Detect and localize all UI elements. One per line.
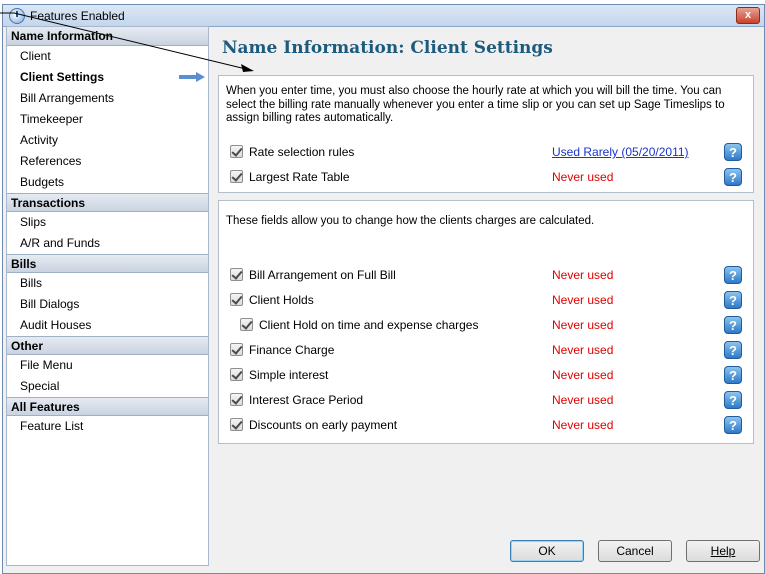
help-icon[interactable]: ? [724, 316, 742, 334]
feature-row: Bill Arrangement on Full Bill Never used… [219, 264, 753, 286]
feature-row: Client Holds Never used ? [219, 289, 753, 311]
feature-label: Discounts on early payment [249, 418, 398, 432]
sidebar-item-label: Client Settings [20, 70, 105, 84]
sidebar-item-audit-houses[interactable]: Audit Houses [7, 315, 208, 336]
usage-status: Never used [552, 318, 614, 332]
title-bar: Features Enabled x [3, 5, 764, 27]
feature-label: Finance Charge [249, 343, 335, 357]
feature-row: Simple interest Never used ? [219, 364, 753, 386]
help-icon[interactable]: ? [724, 143, 742, 161]
feature-label: Rate selection rules [249, 145, 355, 159]
close-button[interactable]: x [736, 7, 760, 24]
sidebar-item-file-menu[interactable]: File Menu [7, 355, 208, 376]
simple-interest-checkbox[interactable] [230, 368, 243, 381]
rate-selection-rules-checkbox[interactable] [230, 145, 243, 158]
sidebar-item-bill-dialogs[interactable]: Bill Dialogs [7, 294, 208, 315]
usage-status: Never used [552, 343, 614, 357]
feature-row: Rate selection rules Used Rarely (05/20/… [219, 141, 753, 163]
usage-status: Never used [552, 170, 614, 184]
group-header-all-features[interactable]: All Features [7, 397, 208, 416]
panel-intro-text: These fields allow you to change how the… [226, 215, 595, 227]
sidebar-item-client-settings[interactable]: Client Settings [7, 67, 208, 88]
window-title: Features Enabled [30, 9, 125, 23]
usage-status: Never used [552, 393, 614, 407]
sidebar-item-feature-list[interactable]: Feature List [7, 416, 208, 437]
help-icon[interactable]: ? [724, 168, 742, 186]
help-button-label: Help [710, 544, 736, 558]
feature-row: Interest Grace Period Never used ? [219, 389, 753, 411]
feature-row: Finance Charge Never used ? [219, 339, 753, 361]
feature-label: Interest Grace Period [249, 393, 364, 407]
group-header-other[interactable]: Other [7, 336, 208, 355]
usage-status-link[interactable]: Used Rarely (05/20/2011) [552, 145, 689, 159]
early-payment-discount-checkbox[interactable] [230, 418, 243, 431]
feature-label: Largest Rate Table [249, 170, 350, 184]
bill-arrangement-checkbox[interactable] [230, 268, 243, 281]
feature-label: Client Holds [249, 293, 314, 307]
cancel-button[interactable]: Cancel [598, 540, 672, 562]
help-icon[interactable]: ? [724, 291, 742, 309]
largest-rate-table-checkbox[interactable] [230, 170, 243, 183]
usage-status: Never used [552, 368, 614, 382]
clock-icon [9, 8, 25, 24]
sidebar-item-bills[interactable]: Bills [7, 273, 208, 294]
finance-charge-checkbox[interactable] [230, 343, 243, 356]
sidebar-item-budgets[interactable]: Budgets [7, 172, 208, 193]
group-header-bills[interactable]: Bills [7, 254, 208, 273]
charges-settings-panel: These fields allow you to change how the… [218, 200, 754, 444]
help-icon[interactable]: ? [724, 391, 742, 409]
feature-label: Simple interest [249, 368, 329, 382]
feature-row: Client Hold on time and expense charges … [219, 314, 753, 336]
help-icon[interactable]: ? [724, 266, 742, 284]
rate-settings-panel: When you enter time, you must also choos… [218, 75, 754, 193]
sidebar-item-slips[interactable]: Slips [7, 212, 208, 233]
usage-status: Never used [552, 268, 614, 282]
sidebar-item-timekeeper[interactable]: Timekeeper [7, 109, 208, 130]
sidebar-item-activity[interactable]: Activity [7, 130, 208, 151]
help-icon[interactable]: ? [724, 366, 742, 384]
feature-row: Discounts on early payment Never used ? [219, 414, 753, 436]
interest-grace-period-checkbox[interactable] [230, 393, 243, 406]
help-button[interactable]: Help [686, 540, 760, 562]
sidebar-item-ar-and-funds[interactable]: A/R and Funds [7, 233, 208, 254]
client-hold-charges-checkbox[interactable] [240, 318, 253, 331]
feature-label: Client Hold on time and expense charges [259, 318, 479, 332]
help-icon[interactable]: ? [724, 416, 742, 434]
group-header-name-information[interactable]: Name Information [7, 27, 208, 46]
usage-status: Never used [552, 293, 614, 307]
client-holds-checkbox[interactable] [230, 293, 243, 306]
page-title: Name Information: Client Settings [222, 38, 553, 58]
ok-button[interactable]: OK [510, 540, 584, 562]
sidebar-item-special[interactable]: Special [7, 376, 208, 397]
feature-row: Largest Rate Table Never used ? [219, 166, 753, 188]
selected-arrow-icon [179, 72, 205, 82]
group-header-transactions[interactable]: Transactions [7, 193, 208, 212]
help-icon[interactable]: ? [724, 341, 742, 359]
panel-intro-text: When you enter time, you must also choos… [226, 85, 725, 124]
sidebar: Name Information Client Client Settings … [6, 26, 209, 566]
usage-status: Never used [552, 418, 614, 432]
sidebar-item-bill-arrangements[interactable]: Bill Arrangements [7, 88, 208, 109]
sidebar-item-references[interactable]: References [7, 151, 208, 172]
sidebar-item-client[interactable]: Client [7, 46, 208, 67]
feature-label: Bill Arrangement on Full Bill [249, 268, 396, 282]
